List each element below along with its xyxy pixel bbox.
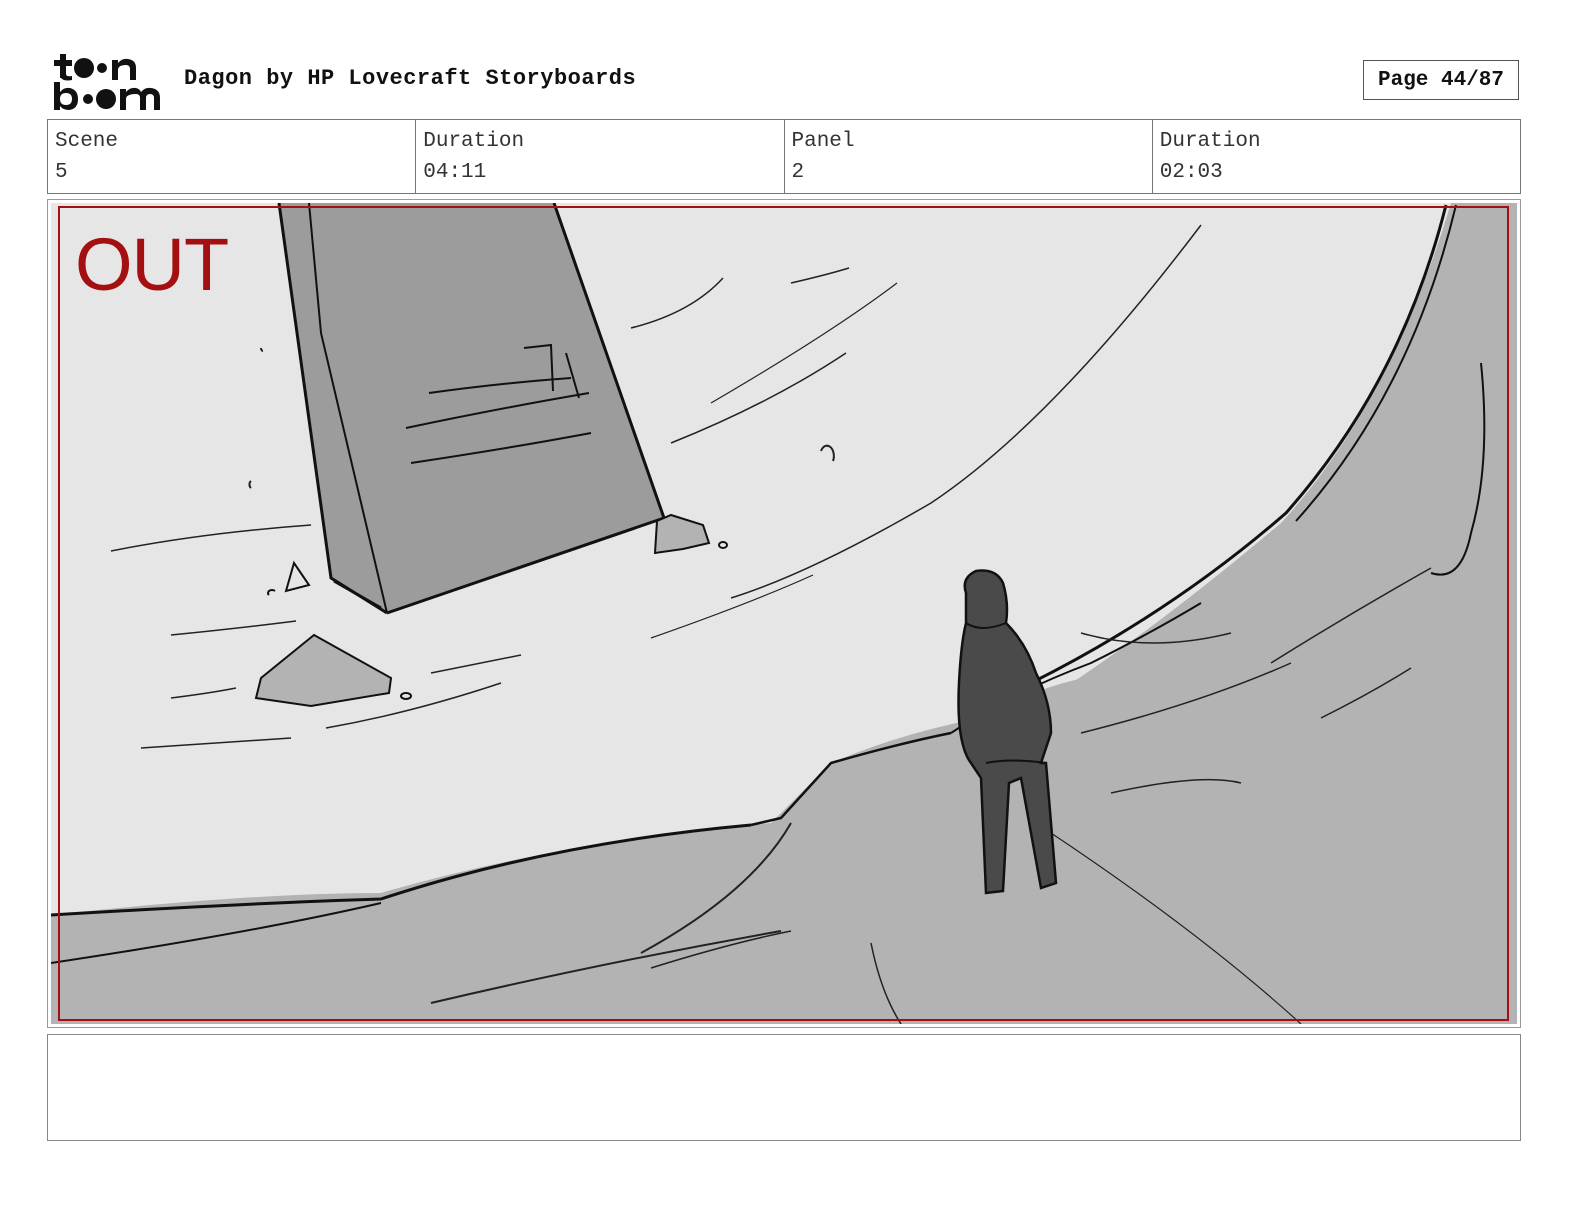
panel-duration-cell: Duration 02:03 <box>1153 120 1520 193</box>
scene-duration-label: Duration <box>423 130 525 153</box>
scene-label: Scene <box>55 130 119 153</box>
panel-duration-value: 02:03 <box>1159 161 1223 184</box>
transition-label: OUT <box>75 223 229 306</box>
storyboard-panel-image <box>51 203 1517 1024</box>
scene-value: 5 <box>55 161 68 184</box>
panel-value: 2 <box>791 161 805 184</box>
panel-duration-label: Duration <box>1159 130 1261 153</box>
scene-duration-cell: Duration 04:11 <box>416 120 785 193</box>
document-title: Dagon by HP Lovecraft Storyboards <box>184 66 637 91</box>
panel-label: Panel <box>791 130 855 153</box>
scene-duration-value: 04:11 <box>423 161 487 184</box>
scene-cell: Scene 5 <box>48 120 417 193</box>
panel-info-row: Scene 5 Duration 04:11 Panel 2 Duration … <box>47 119 1521 194</box>
panel-notes-box <box>47 1034 1521 1141</box>
toon-boom-logo <box>52 52 164 112</box>
panel-cell: Panel 2 <box>785 120 1153 193</box>
page-number: Page 44/87 <box>1363 60 1519 100</box>
